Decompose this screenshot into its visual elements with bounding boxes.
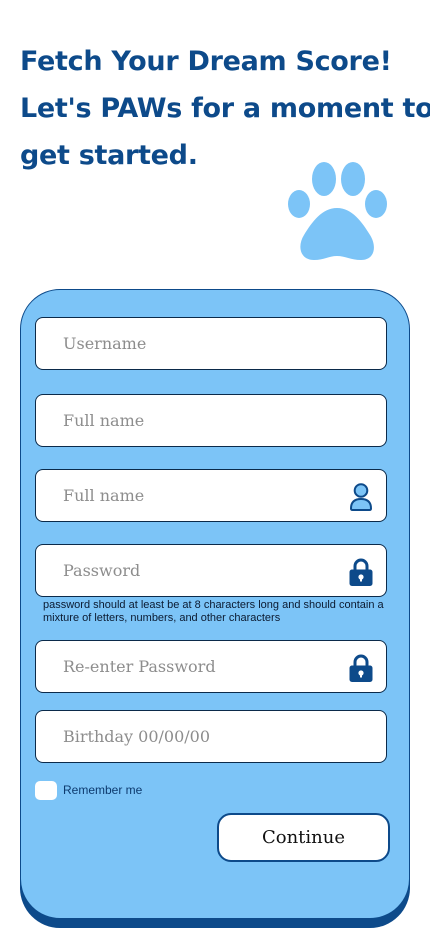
- full-name-field-2[interactable]: [35, 469, 387, 522]
- lock-icon: [349, 558, 373, 586]
- birthday-field[interactable]: [35, 710, 387, 763]
- password-hint: password should at least be at 8 charact…: [43, 599, 384, 624]
- username-input[interactable]: [36, 318, 386, 369]
- reenter-password-input[interactable]: [36, 641, 386, 692]
- user-icon: [349, 483, 373, 511]
- lock-icon: [349, 654, 373, 682]
- remember-me-checkbox[interactable]: [35, 780, 57, 800]
- page-headline: Fetch Your Dream Score! Let's PAWs for a…: [20, 38, 430, 179]
- headline-line-2: Let's PAWs for a moment to: [20, 93, 430, 124]
- headline-line-1: Fetch Your Dream Score!: [20, 46, 392, 77]
- full-name-field[interactable]: [35, 394, 387, 447]
- birthday-input[interactable]: [36, 711, 386, 762]
- password-input[interactable]: [36, 545, 386, 596]
- reenter-password-field[interactable]: [35, 640, 387, 693]
- full-name-input[interactable]: [36, 395, 386, 446]
- continue-button[interactable]: Continue: [217, 813, 390, 862]
- username-field[interactable]: [35, 317, 387, 370]
- remember-me-row[interactable]: Remember me: [35, 780, 142, 800]
- full-name-input-2[interactable]: [36, 470, 386, 521]
- paw-print-icon: [288, 162, 387, 260]
- password-field[interactable]: [35, 544, 387, 597]
- remember-me-label: Remember me: [63, 783, 143, 797]
